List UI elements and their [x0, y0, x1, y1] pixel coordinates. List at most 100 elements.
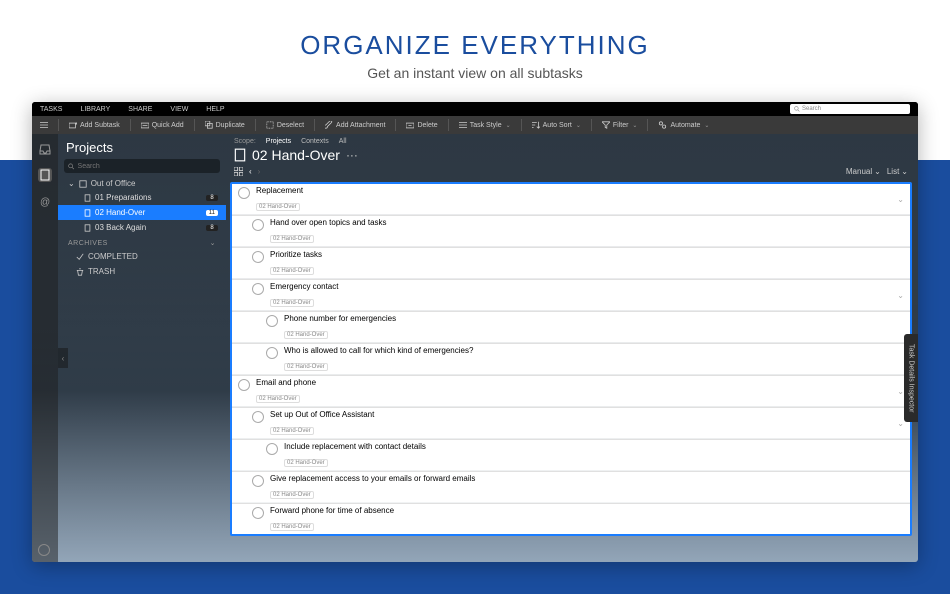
task-checkbox[interactable] [252, 283, 264, 295]
scope-contexts[interactable]: Contexts [301, 138, 329, 145]
chevron-down-icon[interactable]: ⌄ [897, 387, 904, 396]
search-icon [794, 106, 800, 112]
chevron-down-icon[interactable]: ⌄ [897, 291, 904, 300]
doc-icon [84, 224, 91, 232]
task-title: Who is allowed to call for which kind of… [284, 346, 904, 355]
collapse-handle[interactable]: ‹ [58, 348, 68, 368]
nav-forward-icon[interactable]: › [258, 167, 261, 176]
inspector-handle[interactable]: Task Details Inspector [904, 334, 918, 422]
scope-projects[interactable]: Projects [266, 138, 291, 145]
count-badge: 8 [206, 225, 218, 231]
task-row[interactable]: Emergency contact 02 Hand-Over ⌄ [232, 279, 910, 310]
sidebar-item-preparations[interactable]: 01 Preparations8 [58, 190, 226, 205]
check-icon [76, 253, 84, 261]
sidebar-search-input[interactable] [78, 163, 216, 170]
user-avatar-icon[interactable] [38, 544, 50, 556]
sidebar-item-backagain[interactable]: 03 Back Again8 [58, 220, 226, 235]
hero-subtitle: Get an instant view on all subtasks [0, 65, 950, 81]
task-checkbox[interactable] [266, 347, 278, 359]
deselect-button[interactable]: Deselect [264, 121, 306, 129]
task-title: Emergency contact [270, 282, 897, 291]
chevron-down-icon: ⌄ [632, 122, 637, 129]
nav-back-icon[interactable]: ‹ [249, 167, 252, 176]
sidebar-trash[interactable]: TRASH [58, 264, 226, 279]
task-checkbox[interactable] [238, 187, 250, 199]
sort-dropdown[interactable]: Manual ⌄ [846, 167, 881, 176]
global-search[interactable]: Search [790, 104, 910, 114]
task-title: Email and phone [256, 378, 897, 387]
count-badge: 8 [206, 195, 218, 201]
add-attachment-button[interactable]: Add Attachment [323, 121, 387, 129]
task-tag: 02 Hand-Over [284, 331, 328, 339]
sidebar-completed[interactable]: COMPLETED [58, 249, 226, 264]
sidebar-item-handover[interactable]: 02 Hand-Over11 [58, 205, 226, 220]
task-title: Give replacement access to your emails o… [270, 474, 904, 483]
content-area: Scope: Projects Contexts All 02 Hand-Ove… [226, 134, 918, 562]
inbox-icon[interactable] [38, 142, 52, 156]
svg-text:@: @ [40, 197, 50, 208]
chevron-down-icon: ⌄ [901, 167, 908, 176]
chevron-down-icon[interactable]: ⌄ [897, 195, 904, 204]
count-badge: 11 [206, 210, 218, 216]
projects-icon[interactable] [38, 168, 52, 182]
context-icon[interactable]: @ [38, 194, 52, 208]
menu-share[interactable]: SHARE [128, 106, 152, 113]
delete-button[interactable]: Delete [404, 122, 439, 129]
menu-view[interactable]: VIEW [170, 106, 188, 113]
menu-help[interactable]: HELP [206, 106, 224, 113]
auto-sort-button[interactable]: Auto Sort⌄ [530, 121, 583, 129]
sidebar-group-toggle[interactable]: ⌄ Out of Office [58, 177, 226, 190]
filter-button[interactable]: Filter⌄ [600, 121, 640, 129]
chevron-down-icon: ⌄ [704, 122, 709, 129]
task-tag: 02 Hand-Over [270, 267, 314, 275]
archives-section[interactable]: ARCHIVES⌄ [58, 235, 226, 249]
task-row[interactable]: Include replacement with contact details… [232, 439, 910, 470]
chevron-down-icon[interactable]: ⌄ [897, 419, 904, 428]
task-row[interactable]: Set up Out of Office Assistant 02 Hand-Ov… [232, 407, 910, 438]
task-tag: 02 Hand-Over [270, 427, 314, 435]
task-title: Replacement [256, 186, 897, 195]
doc-icon [84, 194, 91, 202]
task-style-button[interactable]: Task Style⌄ [457, 121, 513, 129]
task-checkbox[interactable] [266, 315, 278, 327]
folder-icon [79, 180, 87, 188]
more-icon[interactable]: ··· [346, 148, 358, 162]
task-row[interactable]: Who is allowed to call for which kind of… [232, 343, 910, 374]
duplicate-button[interactable]: Duplicate [203, 121, 247, 129]
sidebar-heading: Projects [58, 136, 226, 157]
task-tag: 02 Hand-Over [270, 523, 314, 531]
task-row[interactable]: Email and phone02 Hand-Over⌄ [232, 375, 910, 406]
menu-tasks[interactable]: TASKS [40, 106, 62, 113]
task-checkbox[interactable] [252, 475, 264, 487]
task-checkbox[interactable] [266, 443, 278, 455]
task-checkbox[interactable] [252, 219, 264, 231]
task-row[interactable]: Prioritize tasks02 Hand-Over [232, 247, 910, 278]
task-title: Include replacement with contact details [284, 442, 904, 451]
hamburger-icon[interactable] [38, 121, 50, 129]
task-checkbox[interactable] [252, 507, 264, 519]
hero-title: ORGANIZE EVERYTHING [0, 30, 950, 61]
sidebar-search[interactable] [64, 159, 220, 173]
task-checkbox[interactable] [252, 251, 264, 263]
task-tag: 02 Hand-Over [284, 459, 328, 467]
task-tag: 02 Hand-Over [270, 299, 314, 307]
task-title: Set up Out of Office Assistant [270, 410, 897, 419]
task-row[interactable]: Give replacement access to your emails o… [232, 471, 910, 502]
task-row[interactable]: Forward phone for time of absence02 Hand… [232, 503, 910, 534]
task-checkbox[interactable] [238, 379, 250, 391]
left-rail: @ [32, 134, 58, 562]
task-row[interactable]: Replacement02 Hand-Over⌄ [232, 184, 910, 214]
task-checkbox[interactable] [252, 411, 264, 423]
toolbar: Add Subtask Quick Add Duplicate Deselect… [32, 116, 918, 134]
menu-library[interactable]: LIBRARY [80, 106, 110, 113]
view-dropdown[interactable]: List ⌄ [887, 167, 908, 176]
scope-all[interactable]: All [339, 138, 347, 145]
add-subtask-button[interactable]: Add Subtask [67, 122, 122, 129]
task-row[interactable]: Hand over open topics and tasks02 Hand-O… [232, 215, 910, 246]
quick-add-button[interactable]: Quick Add [139, 122, 186, 129]
automate-button[interactable]: Automate⌄ [656, 121, 711, 129]
menubar: TASKS LIBRARY SHARE VIEW HELP Search [32, 102, 918, 116]
grid-view-icon[interactable] [234, 167, 243, 176]
task-row[interactable]: Phone number for emergencies02 Hand-Over [232, 311, 910, 342]
doc-icon [84, 209, 91, 217]
